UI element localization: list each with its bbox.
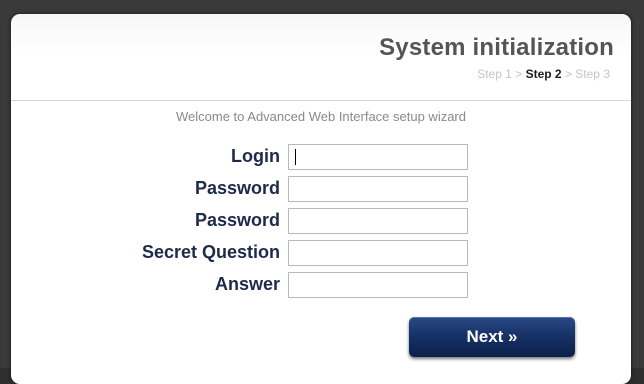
next-button[interactable]: Next » bbox=[409, 317, 575, 357]
secret-question-input[interactable] bbox=[288, 240, 468, 266]
page-title: System initialization bbox=[379, 34, 614, 61]
step-3: Step 3 bbox=[575, 67, 610, 81]
welcome-message: Welcome to Advanced Web Interface setup … bbox=[175, 109, 466, 124]
form-row-login: Login bbox=[11, 144, 631, 172]
step-separator-2: > bbox=[561, 67, 576, 81]
text-caret bbox=[295, 149, 296, 165]
password-confirm-label: Password bbox=[194, 210, 280, 230]
setup-wizard-panel: System initialization Step 1 > Step 2 > … bbox=[11, 14, 631, 384]
step-separator-1: > bbox=[511, 67, 526, 81]
password-input[interactable] bbox=[288, 176, 468, 202]
wizard-header: System initialization Step 1 > Step 2 > … bbox=[11, 14, 631, 101]
form-row-answer: Answer bbox=[11, 272, 631, 300]
form-row-secret-question: Secret Question bbox=[11, 240, 631, 268]
password-label: Password bbox=[194, 178, 280, 198]
step-indicator: Step 1 > Step 2 > Step 3 bbox=[477, 67, 610, 81]
browser-frame: System initialization Step 1 > Step 2 > … bbox=[0, 0, 644, 384]
secret-question-label: Secret Question bbox=[141, 242, 280, 262]
password-confirm-input[interactable] bbox=[288, 208, 468, 234]
login-input[interactable] bbox=[288, 144, 468, 170]
form-row-password-confirm: Password bbox=[11, 208, 631, 236]
answer-label: Answer bbox=[214, 274, 280, 294]
answer-input[interactable] bbox=[288, 272, 468, 298]
login-label: Login bbox=[231, 146, 280, 166]
step-2-current: Step 2 bbox=[525, 67, 562, 81]
step-1: Step 1 bbox=[477, 67, 512, 81]
form-row-password: Password bbox=[11, 176, 631, 204]
